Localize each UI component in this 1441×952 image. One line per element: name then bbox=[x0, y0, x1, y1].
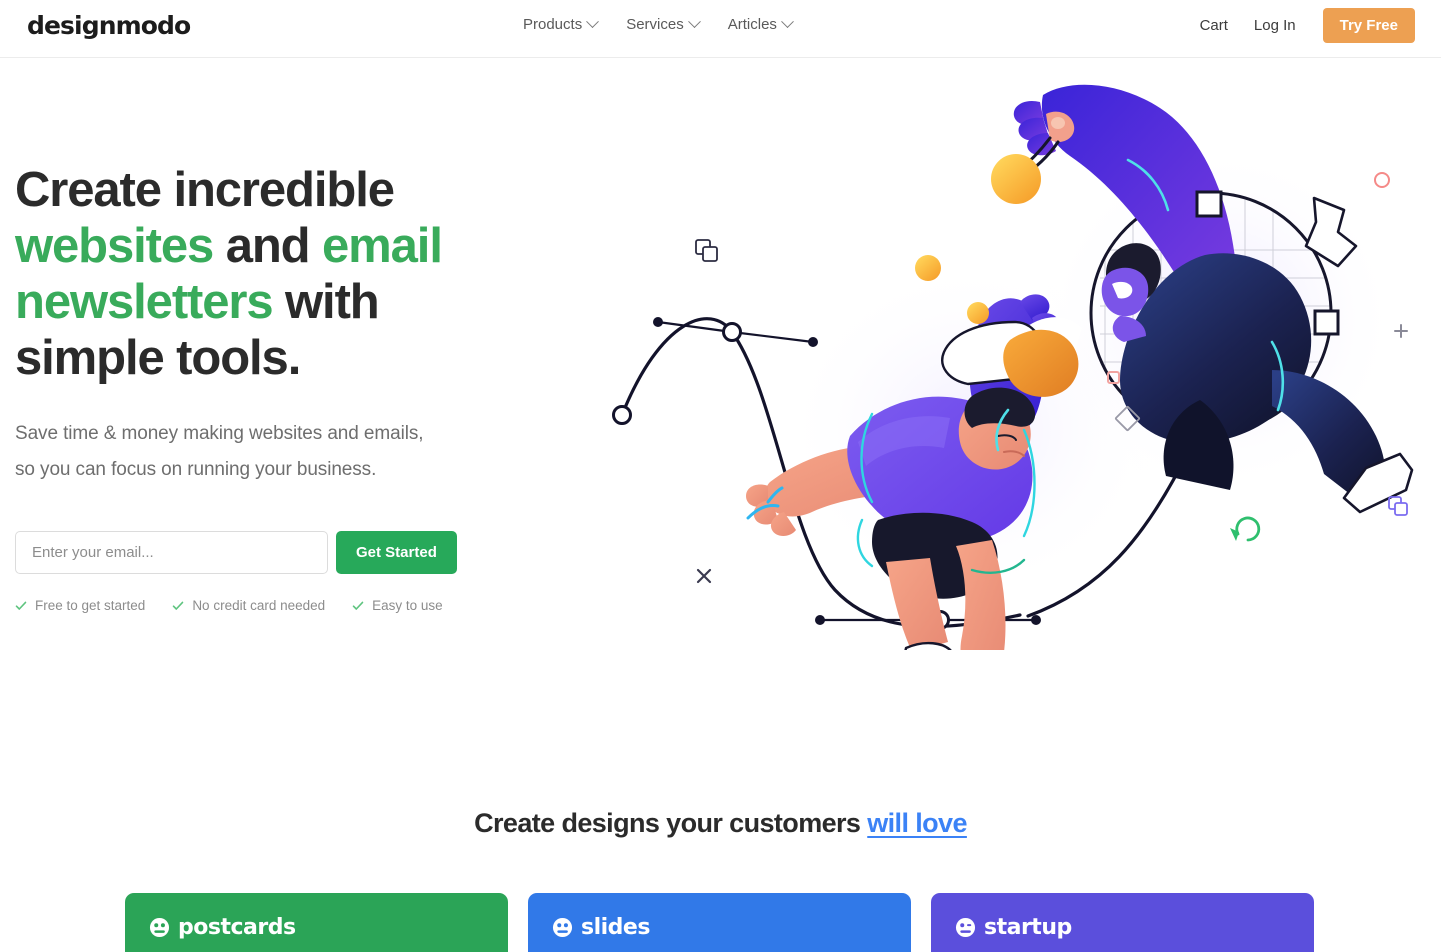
will-love-link[interactable]: will love bbox=[867, 808, 967, 838]
hero-subtitle-line-1: Save time & money making websites and em… bbox=[15, 423, 424, 444]
check-icon bbox=[173, 601, 184, 610]
grid-pattern bbox=[1100, 200, 1331, 433]
feature-label: Easy to use bbox=[372, 598, 443, 613]
cart-link[interactable]: Cart bbox=[1187, 10, 1241, 41]
chevron-down-icon bbox=[586, 15, 600, 29]
chevron-down-icon bbox=[687, 15, 701, 29]
chevron-down-icon bbox=[781, 15, 794, 29]
product-card-postcards[interactable]: postcards bbox=[125, 893, 508, 952]
page-title: Create incredible websites and email new… bbox=[15, 162, 615, 386]
startup-face-icon bbox=[955, 917, 976, 938]
hero-illustration bbox=[600, 70, 1441, 650]
refresh-icon bbox=[1230, 516, 1261, 542]
feature-free-to-get-started: Free to get started bbox=[15, 598, 145, 613]
bezier-handle-dot bbox=[653, 317, 663, 327]
nav-item-articles[interactable]: Articles bbox=[727, 14, 794, 35]
product-card-list: postcards slides startup bbox=[125, 893, 1315, 952]
feature-no-credit-card: No credit card needed bbox=[172, 598, 325, 613]
product-card-startup[interactable]: startup bbox=[931, 893, 1314, 952]
section-heading: Create designs your customers will love bbox=[0, 808, 1441, 839]
headline-accent-email: email bbox=[322, 219, 443, 273]
product-name: slides bbox=[581, 915, 650, 940]
circle-outline-decoration bbox=[1374, 172, 1390, 188]
bezier-anchor bbox=[722, 322, 742, 342]
copy-icon bbox=[695, 239, 718, 262]
headline-line-1: Create incredible bbox=[15, 163, 395, 217]
product-brand: slides bbox=[552, 915, 650, 940]
check-icon bbox=[352, 601, 364, 610]
orange-sphere bbox=[991, 154, 1041, 204]
email-input[interactable] bbox=[15, 531, 328, 574]
bezier-anchor bbox=[612, 405, 632, 425]
try-free-button[interactable]: Try Free bbox=[1322, 8, 1415, 43]
hero-subtitle: Save time & money making websites and em… bbox=[15, 416, 615, 488]
product-name: postcards bbox=[178, 915, 296, 940]
feature-list: Free to get started No credit card neede… bbox=[15, 598, 615, 613]
headline-line-4: simple tools. bbox=[15, 331, 301, 385]
feature-label: Free to get started bbox=[35, 598, 146, 613]
product-brand: postcards bbox=[149, 915, 296, 940]
square-outline-decoration bbox=[1107, 371, 1120, 384]
selection-handle bbox=[1195, 190, 1223, 218]
signup-form: Get Started bbox=[15, 531, 615, 574]
slides-face-icon bbox=[552, 917, 573, 938]
nav-item-products[interactable]: Products bbox=[523, 14, 600, 35]
header-actions: Cart Log In Try Free bbox=[1187, 8, 1415, 43]
x-decoration bbox=[696, 568, 712, 584]
check-icon bbox=[15, 601, 27, 610]
designmodo-logo[interactable]: designmodo bbox=[27, 13, 191, 38]
product-name: startup bbox=[984, 915, 1072, 940]
headline-accent-newsletters: newsletters bbox=[15, 275, 274, 329]
headline-with: with bbox=[272, 275, 380, 329]
hero-content: Create incredible websites and email new… bbox=[15, 162, 615, 613]
postcards-face-icon bbox=[149, 917, 170, 938]
feature-easy-to-use: Easy to use bbox=[352, 598, 443, 613]
bezier-handle-dot bbox=[808, 337, 818, 347]
selection-handle bbox=[1313, 309, 1340, 336]
orange-sphere-small bbox=[915, 255, 941, 281]
product-brand: startup bbox=[955, 915, 1072, 940]
section-heading-text: Create designs your customers bbox=[474, 808, 868, 838]
plus-decoration bbox=[1394, 324, 1408, 338]
bezier-anchor bbox=[1184, 433, 1204, 453]
headline-accent-websites: websites bbox=[15, 219, 214, 273]
site-header: designmodo Products Services Articles Ca… bbox=[0, 0, 1441, 58]
nav-item-services[interactable]: Services bbox=[626, 14, 701, 35]
shoe bbox=[904, 641, 952, 650]
diamond-outline-decoration bbox=[1114, 405, 1141, 432]
copy-icon-purple bbox=[1388, 496, 1408, 516]
nav-item-services-label: Services bbox=[626, 16, 684, 33]
shoe bbox=[1342, 452, 1414, 514]
nav-item-articles-label: Articles bbox=[727, 16, 777, 33]
get-started-button[interactable]: Get Started bbox=[336, 531, 457, 574]
nav-item-products-label: Products bbox=[523, 16, 583, 33]
headline-and: and bbox=[213, 219, 323, 273]
product-card-slides[interactable]: slides bbox=[528, 893, 911, 952]
hero-subtitle-line-2: so you can focus on running your busines… bbox=[15, 459, 377, 480]
login-link[interactable]: Log In bbox=[1241, 10, 1309, 41]
orange-sphere-small bbox=[967, 302, 989, 324]
bezier-anchor bbox=[930, 610, 950, 630]
main-navigation: Products Services Articles bbox=[523, 14, 794, 35]
landing-page: designmodo Products Services Articles Ca… bbox=[0, 0, 1441, 952]
feature-label: No credit card needed bbox=[192, 598, 326, 613]
